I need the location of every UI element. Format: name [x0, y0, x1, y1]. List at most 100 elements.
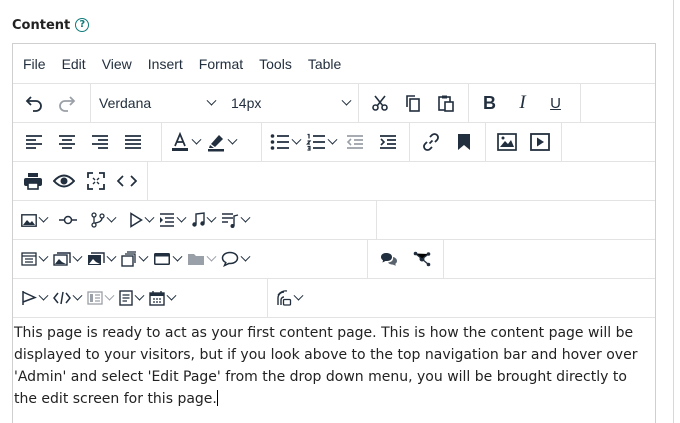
- chevron-down-icon: [206, 212, 217, 223]
- chevron-down-icon: [240, 251, 251, 262]
- italic-icon: I: [519, 92, 526, 113]
- toolbar-row-6: [13, 279, 655, 318]
- italic-button[interactable]: I: [506, 88, 539, 118]
- list-view-button[interactable]: [83, 283, 115, 313]
- font-family-select[interactable]: Verdana: [91, 88, 223, 118]
- image-icon: [496, 133, 517, 151]
- text-color-button[interactable]: [166, 127, 202, 157]
- highlight-color-button[interactable]: [202, 127, 238, 157]
- indent-list-button[interactable]: [155, 205, 187, 235]
- calendar-icon: [149, 290, 165, 306]
- form-button[interactable]: [115, 283, 145, 313]
- menu-format[interactable]: Format: [191, 56, 251, 72]
- menu-file[interactable]: File: [15, 56, 54, 72]
- insert-image-button[interactable]: [490, 127, 523, 157]
- numbered-list-icon: [306, 133, 326, 151]
- chevron-down-icon: [166, 290, 177, 301]
- code-icon: [117, 174, 138, 188]
- menu-view[interactable]: View: [94, 56, 140, 72]
- chevron-down-icon: [176, 212, 187, 223]
- paste-button[interactable]: [429, 88, 462, 118]
- editor-content-text: This page is ready to act as your first …: [14, 325, 638, 407]
- flag-button[interactable]: [17, 283, 49, 313]
- fullscreen-button[interactable]: [80, 166, 112, 196]
- align-justify-button[interactable]: [116, 127, 149, 157]
- music-icon: [191, 212, 205, 228]
- play-button[interactable]: [125, 205, 155, 235]
- bookmark-button[interactable]: [447, 127, 480, 157]
- stack-button[interactable]: [117, 244, 149, 274]
- align-right-icon: [91, 134, 109, 150]
- print-button[interactable]: [17, 166, 49, 196]
- menu-insert[interactable]: Insert: [140, 56, 191, 72]
- align-justify-icon: [124, 134, 142, 150]
- chevron-down-icon: [138, 251, 149, 262]
- source-code-button[interactable]: [112, 166, 144, 196]
- audio-button[interactable]: [187, 205, 217, 235]
- toolbar-row-1: Verdana 14px B I U: [13, 84, 655, 123]
- font-size-value: 14px: [231, 95, 262, 111]
- insert-link-button[interactable]: [414, 127, 447, 157]
- content-field-label-row: Content ?: [12, 16, 90, 34]
- folder-button[interactable]: [183, 244, 217, 274]
- chevron-down-icon: [106, 251, 117, 262]
- play-icon: [129, 212, 143, 228]
- menu-table[interactable]: Table: [300, 56, 349, 72]
- align-left-button[interactable]: [17, 127, 50, 157]
- network-button[interactable]: [405, 244, 438, 274]
- outdent-button[interactable]: [338, 127, 371, 157]
- chevron-down-icon: [38, 212, 49, 223]
- toolbar-row-3: [13, 162, 655, 201]
- code-slash-icon: [53, 291, 71, 305]
- comment-button[interactable]: [217, 244, 251, 274]
- copy-button[interactable]: [396, 88, 429, 118]
- align-right-button[interactable]: [83, 127, 116, 157]
- chevron-down-icon: [106, 212, 117, 223]
- numbered-list-button[interactable]: [302, 127, 338, 157]
- gallery-button[interactable]: [49, 244, 83, 274]
- bold-button[interactable]: B: [473, 88, 506, 118]
- calendar-button[interactable]: [145, 283, 177, 313]
- toolbar-row-5: [13, 240, 655, 279]
- insert-media-button[interactable]: [523, 127, 556, 157]
- broadcast-button[interactable]: [272, 283, 304, 313]
- code-snippet-button[interactable]: [49, 283, 83, 313]
- indent-button[interactable]: [371, 127, 404, 157]
- question-circle-icon[interactable]: ?: [75, 18, 90, 32]
- cut-button[interactable]: [363, 88, 396, 118]
- outdent-icon: [346, 134, 364, 150]
- font-size-select[interactable]: 14px: [223, 88, 358, 118]
- panel-divider: [673, 0, 674, 423]
- chat-button[interactable]: [372, 244, 405, 274]
- redo-button[interactable]: [50, 88, 83, 118]
- menu-tools[interactable]: Tools: [251, 56, 300, 72]
- preview-button[interactable]: [49, 166, 81, 196]
- flag-icon: [21, 290, 37, 306]
- branch-button[interactable]: [87, 205, 117, 235]
- chevron-down-icon: [206, 251, 217, 262]
- comment-icon: [221, 251, 239, 267]
- highlighter-icon: [206, 132, 226, 152]
- card-button[interactable]: [149, 244, 183, 274]
- chevron-down-icon: [134, 290, 145, 301]
- playlist-icon: [221, 212, 239, 228]
- underline-button[interactable]: U: [539, 88, 572, 118]
- undo-button[interactable]: [17, 88, 50, 118]
- calendar-widget-button[interactable]: [17, 244, 49, 274]
- playlist-button[interactable]: [217, 205, 251, 235]
- stack-icon: [121, 251, 137, 267]
- image-tools-button[interactable]: [17, 205, 49, 235]
- chevron-down-icon: [206, 95, 217, 106]
- eye-icon: [53, 173, 76, 189]
- horizontal-rule-button[interactable]: [49, 205, 87, 235]
- bullet-list-button[interactable]: [266, 127, 302, 157]
- editor-content-area[interactable]: This page is ready to act as your first …: [13, 318, 655, 414]
- chevron-down-icon: [104, 290, 115, 301]
- align-center-button[interactable]: [50, 127, 83, 157]
- image-icon: [21, 213, 37, 227]
- menu-edit[interactable]: Edit: [54, 56, 94, 72]
- chevron-down-icon: [327, 134, 338, 145]
- chevron-down-icon: [38, 251, 49, 262]
- media-icon: [529, 133, 550, 151]
- slideshow-button[interactable]: [83, 244, 117, 274]
